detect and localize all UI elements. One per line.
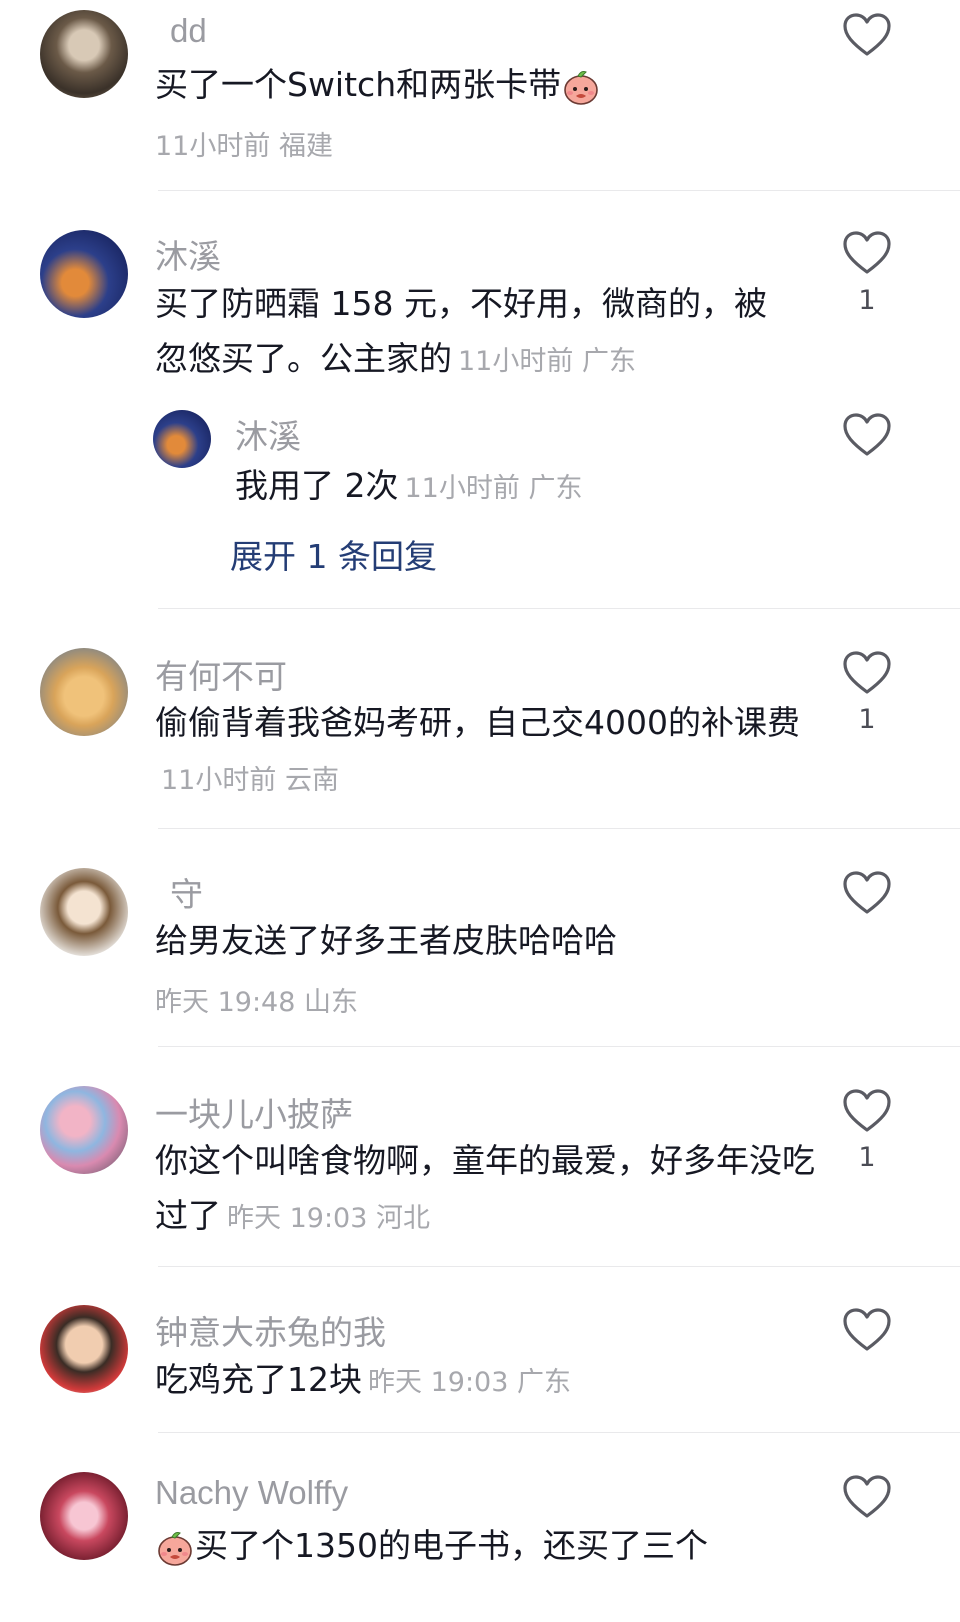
heart-outline-icon[interactable] xyxy=(842,1474,892,1520)
comment-username[interactable]: Nachy Wolffy xyxy=(155,1474,348,1512)
avatar[interactable] xyxy=(40,10,128,98)
heart-outline-icon[interactable] xyxy=(842,1088,892,1134)
peach-face-emoji-icon xyxy=(561,67,601,107)
comment-text-content: 买了一个Switch和两张卡带 xyxy=(155,65,562,104)
avatar[interactable] xyxy=(40,1305,128,1393)
like-count: 1 xyxy=(858,1142,876,1173)
avatar[interactable] xyxy=(40,1472,128,1560)
peach-face-emoji-icon xyxy=(155,1528,195,1568)
reply-text: 我用了 2次 11小时前 广东 xyxy=(235,458,795,516)
avatar[interactable] xyxy=(40,1086,128,1174)
comment-text: 给男友送了好多王者皮肤哈哈哈 xyxy=(155,913,835,968)
divider xyxy=(158,190,960,191)
comment-meta: 11小时前 云南 xyxy=(161,765,339,796)
divider xyxy=(158,1046,960,1047)
comment-meta: 昨天 19:03 河北 xyxy=(227,1203,430,1234)
comment-text: 你这个叫啥食物啊，童年的最爱，好多年没吃过了 昨天 19:03 河北 xyxy=(155,1133,815,1246)
comment-text: 买了防晒霜 158 元，不好用，微商的，被忽悠买了。公主家的 11小时前 广东 xyxy=(155,276,795,389)
comment-username[interactable]: 钟意大赤兔的我 xyxy=(155,1306,386,1354)
comment-text-content: 给男友送了好多王者皮肤哈哈哈 xyxy=(155,921,617,960)
reply-text-content: 我用了 2次 xyxy=(235,466,399,505)
like-count: 1 xyxy=(858,704,876,735)
comment-text: 吃鸡充了12块 昨天 19:03 广东 xyxy=(155,1352,835,1410)
comment-username[interactable]: 有何不可 xyxy=(155,650,287,698)
comment-text: 偷偷背着我爸妈考研，自己交4000的补课费 11小时前 云南 xyxy=(155,695,815,808)
comment-username[interactable]: 守 xyxy=(170,868,203,916)
heart-outline-icon[interactable] xyxy=(842,12,892,58)
divider xyxy=(158,1266,960,1267)
divider xyxy=(158,608,960,609)
reply-avatar[interactable] xyxy=(153,410,211,468)
avatar[interactable] xyxy=(40,648,128,736)
heart-outline-icon[interactable] xyxy=(842,650,892,696)
divider xyxy=(158,828,960,829)
avatar[interactable] xyxy=(40,868,128,956)
heart-outline-icon[interactable] xyxy=(842,412,892,458)
reply-username[interactable]: 沐溪 xyxy=(235,410,301,458)
reply-meta: 11小时前 广东 xyxy=(404,473,583,504)
like-count: 1 xyxy=(858,285,876,316)
comment-text: 买了一个Switch和两张卡带 xyxy=(155,57,835,112)
comment-username[interactable]: dd xyxy=(170,12,207,50)
comment-text: 买了个1350的电子书，还买了三个 xyxy=(155,1518,835,1573)
comment-meta: 11小时前 福建 xyxy=(155,131,333,162)
avatar[interactable] xyxy=(40,230,128,318)
expand-replies-link[interactable]: 展开 1 条回复 xyxy=(230,530,437,578)
comment-text-content: 买了个1350的电子书，还买了三个 xyxy=(195,1526,708,1565)
comment-meta: 11小时前 广东 xyxy=(458,346,636,377)
heart-outline-icon[interactable] xyxy=(842,230,892,276)
comment-username[interactable]: 沐溪 xyxy=(155,230,221,278)
heart-outline-icon[interactable] xyxy=(842,870,892,916)
comment-meta: 昨天 19:48 山东 xyxy=(155,987,358,1018)
comment-text-content: 吃鸡充了12块 xyxy=(155,1360,362,1399)
divider xyxy=(158,1432,960,1433)
comment-meta: 昨天 19:03 广东 xyxy=(368,1367,571,1398)
comment-text-content: 偷偷背着我爸妈考研，自己交4000的补课费 xyxy=(155,703,800,742)
heart-outline-icon[interactable] xyxy=(842,1307,892,1353)
comment-username[interactable]: 一块儿小披萨 xyxy=(155,1088,353,1136)
